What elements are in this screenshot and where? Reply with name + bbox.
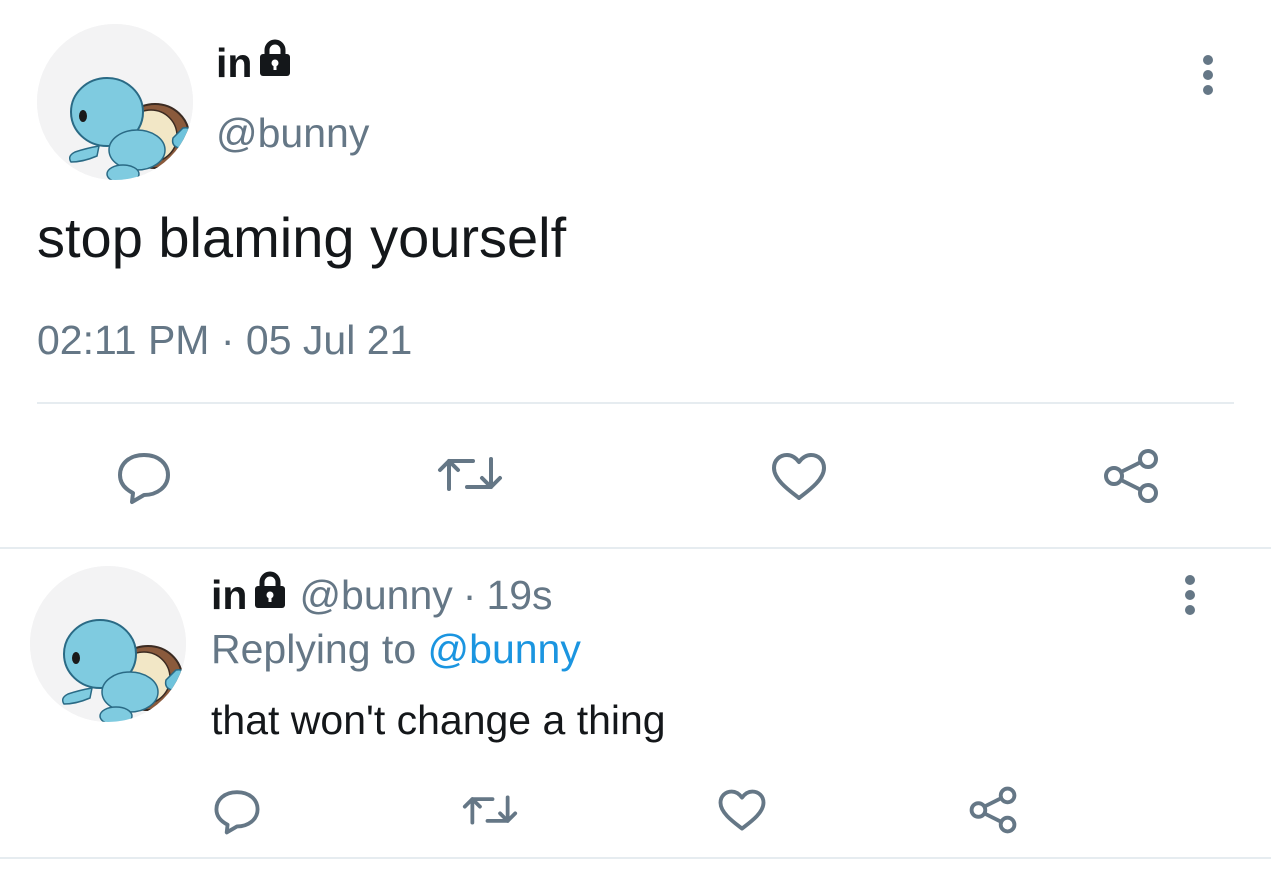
handle[interactable]: @bunny [216,108,369,158]
divider [0,857,1271,859]
display-name-text: in [216,40,253,86]
retweet-icon[interactable] [462,789,518,831]
tweet-date: 05 Jul 21 [245,317,413,363]
squirtle-avatar-image [30,566,186,722]
more-vertical-icon[interactable] [1178,574,1202,616]
tweet-text: stop blaming yourself [37,206,567,269]
display-name[interactable]: in [216,38,292,88]
replying-to-prefix: Replying to [211,626,417,672]
like-icon[interactable] [770,452,828,502]
share-icon[interactable] [1102,448,1160,504]
reply-icon[interactable] [116,449,172,505]
tweet-age: 19s [486,572,553,618]
mention-link[interactable]: @bunny [428,626,581,672]
like-icon[interactable] [717,789,767,832]
timestamp-separator: · [220,317,235,363]
reply-icon[interactable] [213,787,261,835]
avatar[interactable] [30,566,186,722]
reply-header: in @bunny · 19s [211,570,553,620]
display-name[interactable]: in [211,570,247,620]
divider [0,547,1271,549]
replying-to: Replying to @bunny [211,624,581,674]
squirtle-avatar-image [37,24,193,180]
handle[interactable]: @bunny [299,570,452,620]
timestamp-separator: · [462,572,477,618]
tweet-text: that won't change a thing [211,697,666,743]
lock-icon [258,38,292,88]
tweet-timestamp: 02:11 PM · 05 Jul 21 [37,314,412,366]
avatar[interactable] [37,24,193,180]
more-vertical-icon[interactable] [1196,54,1220,96]
share-icon[interactable] [968,786,1018,834]
divider [37,402,1234,404]
retweet-icon[interactable] [437,449,503,499]
tweet-time: 02:11 PM [37,317,210,363]
lock-icon [253,570,287,620]
